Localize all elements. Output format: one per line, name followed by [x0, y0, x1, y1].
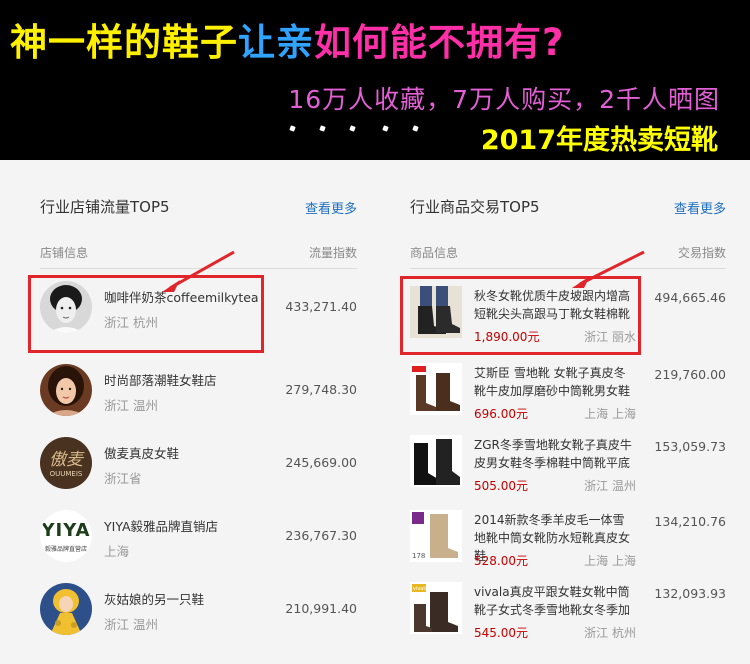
products-more-link[interactable]: 查看更多	[674, 198, 726, 217]
products-col-info: 商品信息	[410, 246, 459, 260]
products-panel-title: 行业商品交易TOP5	[410, 198, 540, 216]
product-location: 上海 上海	[584, 407, 636, 421]
product-title[interactable]: vivala真皮平跟女鞋女靴中筒靴子女式冬季雪地靴女冬季加	[474, 583, 634, 619]
product-location: 上海 上海	[584, 554, 636, 568]
stores-panel: 行业店铺流量TOP5 查看更多 店铺信息 流量指数 咖啡伴奶茶coffeemil…	[0, 160, 375, 664]
store-location: 浙江省	[104, 471, 142, 486]
stores-col-info: 店铺信息	[40, 246, 89, 260]
store-name[interactable]: 时尚部落潮鞋女鞋店	[104, 370, 217, 389]
stores-more-link[interactable]: 查看更多	[305, 198, 357, 217]
product-title[interactable]: 艾斯臣 雪地靴 女靴子真皮冬靴牛皮加厚磨砂中筒靴男女鞋	[474, 364, 634, 400]
store-logo: 傲麦 OUUMEIS	[40, 437, 92, 489]
products-panel: 行业商品交易TOP5 查看更多 商品信息 交易指数 秋冬女靴优质牛皮坡跟内增高短…	[375, 160, 750, 664]
store-row[interactable]: YIYA 毅雅品牌直营店 YIYA毅雅品牌直销店 上海 236,767.30	[40, 510, 357, 574]
highlight-arrow-icon	[572, 250, 645, 288]
store-location: 上海	[104, 544, 130, 559]
product-location: 浙江 温州	[584, 479, 636, 493]
banner-dots-decoration	[288, 125, 419, 136]
product-price: 545.00元	[474, 626, 528, 640]
trade-index: 132,093.93	[654, 586, 726, 601]
trade-index: 134,210.76	[654, 514, 726, 529]
traffic-index: 433,271.40	[285, 299, 357, 314]
store-avatar	[40, 583, 92, 635]
product-location: 浙江 杭州	[584, 626, 636, 640]
product-thumbnail	[410, 363, 462, 415]
product-thumbnail	[410, 435, 462, 487]
store-logo: YIYA 毅雅品牌直营店	[40, 510, 92, 562]
store-logo-text: YIYA	[41, 520, 91, 541]
banner-subline: 16万人收藏，7万人购买，2千人晒图	[288, 85, 720, 114]
store-name[interactable]: YIYA毅雅品牌直销店	[104, 516, 218, 535]
headline-part-1: 神一样的鞋子	[10, 21, 238, 64]
product-price: 528.00元	[474, 554, 528, 568]
store-row[interactable]: 傲麦 OUUMEIS 傲麦真皮女鞋 浙江省 245,669.00	[40, 437, 357, 501]
products-divider	[410, 268, 726, 269]
banner-headline: 神一样的鞋子让亲如何能不拥有?	[10, 12, 740, 66]
product-row[interactable]: vivala vivala真皮平跟女鞋女靴中筒靴子女式冬季雪地靴女冬季加 545…	[410, 582, 726, 646]
store-logo-subtext: OUUMEIS	[49, 470, 83, 478]
thumbnail-tag: vivala	[413, 586, 428, 592]
banner-year-tag: 2017年度热卖短靴	[480, 125, 718, 156]
stores-panel-title: 行业店铺流量TOP5	[40, 198, 170, 216]
traffic-index: 279,748.30	[285, 382, 357, 397]
product-thumbnail: 178	[410, 510, 462, 562]
product-row[interactable]: ZGR冬季雪地靴女靴子真皮牛皮男女鞋冬季棉鞋中筒靴平底 505.00元 浙江 温…	[410, 435, 726, 499]
stores-col-metric: 流量指数	[308, 246, 357, 260]
trade-index: 219,760.00	[654, 367, 726, 382]
product-thumbnail: vivala	[410, 582, 462, 634]
product-price: 696.00元	[474, 407, 528, 421]
store-row[interactable]: 时尚部落潮鞋女鞋店 浙江 温州 279,748.30	[40, 364, 357, 428]
product-row[interactable]: 178 2014新款冬季羊皮毛一体雪地靴中筒女靴防水短靴真皮女鞋 528.00元…	[410, 510, 726, 574]
product-row[interactable]: 艾斯臣 雪地靴 女靴子真皮冬靴牛皮加厚磨砂中筒靴男女鞋 696.00元 上海 上…	[410, 363, 726, 427]
product-price: 505.00元	[474, 479, 528, 493]
headline-part-2: 让亲	[238, 21, 314, 64]
store-name[interactable]: 傲麦真皮女鞋	[104, 443, 179, 462]
store-location: 浙江 温州	[104, 398, 158, 413]
traffic-index: 236,767.30	[285, 528, 357, 543]
store-name[interactable]: 灰姑娘的另一只鞋	[104, 589, 204, 608]
store-avatar	[40, 364, 92, 416]
headline-part-3: 如何能不拥有?	[314, 21, 565, 64]
highlight-arrow-icon	[162, 250, 235, 292]
trade-index: 153,059.73	[654, 439, 726, 454]
traffic-index: 210,991.40	[285, 601, 357, 616]
thumbnail-tag: 178	[412, 552, 425, 560]
store-location: 浙江 温州	[104, 617, 158, 632]
traffic-index: 245,669.00	[285, 455, 357, 470]
product-title[interactable]: ZGR冬季雪地靴女靴子真皮牛皮男女鞋冬季棉鞋中筒靴平底	[474, 436, 634, 472]
store-row[interactable]: 灰姑娘的另一只鞋 浙江 温州 210,991.40	[40, 583, 357, 647]
promo-banner: 神一样的鞋子让亲如何能不拥有? 16万人收藏，7万人购买，2千人晒图 2017年…	[0, 0, 750, 160]
products-col-metric: 交易指数	[677, 246, 726, 260]
trade-index: 494,665.46	[654, 290, 726, 305]
store-logo-text: 傲麦	[49, 450, 83, 470]
store-logo-subtext: 毅雅品牌直营店	[44, 546, 87, 553]
